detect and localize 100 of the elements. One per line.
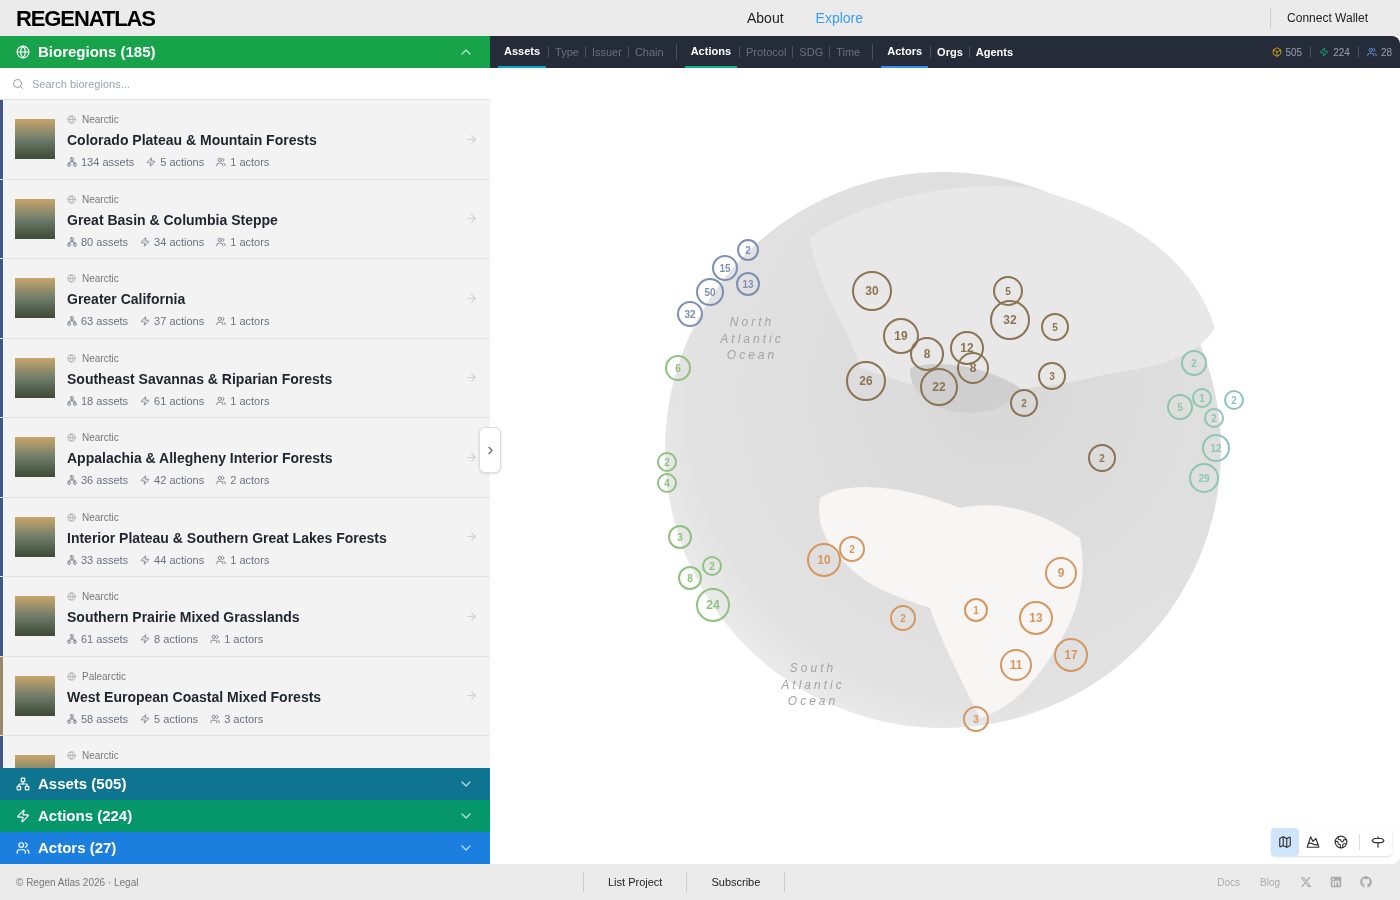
collapse-handle[interactable]	[479, 427, 501, 473]
filter-tab[interactable]: Protocol	[742, 43, 791, 61]
assets-count-icon	[1271, 47, 1282, 57]
bioregion-card[interactable]: Nearctic Interior Plateau & Southern Great Lakes Forests 33 assets 44 actions 1 actors	[0, 497, 490, 577]
globe-drawing[interactable]	[665, 172, 1221, 728]
nav-link[interactable]: About	[747, 7, 784, 29]
cluster-marker[interactable]: 5	[1041, 313, 1069, 341]
layer-tab[interactable]: Assets	[498, 36, 547, 68]
filter-tab[interactable]: Orgs	[933, 43, 967, 61]
filter-tab[interactable]: Agents	[971, 43, 1018, 61]
layer-tab[interactable]: Actors	[881, 36, 929, 68]
cluster-marker[interactable]: 13	[1019, 601, 1053, 635]
cluster-marker[interactable]: 22	[920, 368, 958, 406]
network-icon	[67, 713, 77, 724]
cluster-marker[interactable]: 5	[993, 276, 1023, 306]
cluster-marker[interactable]: 8	[910, 337, 944, 371]
arrow-icon[interactable]	[465, 212, 478, 226]
asset-count: 63 assets	[81, 314, 129, 329]
cluster-marker[interactable]: 2	[657, 452, 677, 472]
cluster-marker[interactable]: 3	[668, 525, 692, 549]
map-view-button[interactable]	[1271, 828, 1299, 856]
bioregion-card[interactable]: Nearctic Appalachia & Allegheny Interior Forests 36 assets 42 actions 2 actors	[0, 418, 490, 498]
arrow-icon[interactable]	[465, 609, 478, 623]
bioregion-card[interactable]: Nearctic Southern Prairie Mixed Grasslands 61 assets 8 actions 1 actors	[0, 577, 490, 657]
section-icon	[16, 777, 30, 791]
section-icon	[16, 45, 30, 59]
bioregion-card[interactable]: Nearctic	[0, 736, 490, 768]
action-count: 34 actions	[154, 234, 205, 250]
cluster-marker[interactable]: 2	[839, 536, 865, 562]
cluster-marker[interactable]: 30	[852, 271, 892, 311]
cluster-marker[interactable]: 10	[807, 543, 841, 577]
footer-link[interactable]: Blog	[1260, 874, 1280, 890]
linkedin-icon[interactable]	[1330, 876, 1342, 888]
cluster-marker[interactable]: 2	[702, 556, 722, 576]
cluster-marker[interactable]: 2	[737, 239, 759, 261]
arrow-icon[interactable]	[465, 450, 478, 464]
globe-icon	[67, 592, 76, 601]
bioregion-name: Greater California	[67, 290, 187, 309]
cluster-marker[interactable]: 19	[883, 318, 919, 354]
github-icon[interactable]	[1360, 876, 1372, 888]
x-icon[interactable]	[1300, 876, 1312, 888]
footer-link[interactable]: Docs	[1217, 874, 1240, 890]
cluster-marker[interactable]: 3	[1038, 362, 1066, 390]
cluster-marker[interactable]: 50	[696, 278, 724, 306]
cluster-marker[interactable]: 4	[657, 473, 677, 493]
arrow-icon[interactable]	[465, 291, 478, 305]
bioregion-card[interactable]: Nearctic Greater California 63 assets 37 actions 1 actors	[0, 259, 490, 339]
cluster-marker[interactable]: 13	[736, 272, 760, 296]
action-count: 5 actions	[154, 711, 199, 727]
cluster-marker[interactable]: 26	[846, 361, 886, 401]
nav-link[interactable]: Explore	[815, 7, 864, 29]
asset-count: 61 assets	[81, 632, 129, 647]
cluster-marker[interactable]: 9	[1045, 557, 1077, 589]
arrow-icon[interactable]	[465, 689, 478, 703]
actor-count: 1 actors	[230, 234, 270, 250]
cluster-marker[interactable]: 1	[964, 598, 988, 622]
cluster-marker[interactable]: 2	[890, 605, 916, 631]
cluster-marker[interactable]: 2	[1010, 389, 1038, 417]
filter-tab[interactable]: Issuer	[587, 43, 626, 61]
actor-count: 1 actors	[230, 314, 270, 329]
section-header[interactable]: Actions (224)	[0, 800, 490, 832]
cluster-marker[interactable]: 11	[1000, 649, 1032, 681]
photo-placeholder	[15, 278, 55, 319]
cluster-marker[interactable]: 32	[677, 301, 703, 327]
globe-icon	[1334, 835, 1348, 849]
network-icon	[67, 475, 77, 486]
action-count: 61 actions	[154, 393, 205, 409]
cluster-marker[interactable]: 3	[963, 706, 989, 732]
section-header[interactable]: Actors (27)	[0, 832, 490, 864]
cluster-marker[interactable]: 6	[665, 355, 691, 381]
filter-tab[interactable]: SDG	[795, 43, 828, 61]
action-count: 44 actions	[154, 552, 205, 568]
filter-tab[interactable]: Chain	[630, 43, 668, 61]
arrow-icon[interactable]	[465, 371, 478, 385]
cluster-marker[interactable]: 15	[712, 255, 738, 281]
cluster-marker[interactable]: 24	[696, 588, 730, 622]
globe-icon	[67, 115, 76, 124]
footer-link[interactable]: List Project	[584, 873, 687, 891]
layer-tab[interactable]: Actions	[684, 36, 737, 68]
arrow-icon[interactable]	[465, 132, 478, 146]
bioregion-card[interactable]: Nearctic Southeast Savannas & Riparian Forests 18 assets 61 actions 1 actors	[0, 338, 490, 418]
bioregion-card[interactable]: Nearctic Great Basin & Columbia Steppe 80 assets 34 actions 1 actors	[0, 179, 490, 259]
arrow-icon[interactable]	[465, 530, 478, 544]
filter-tab[interactable]: Time	[832, 43, 865, 61]
bolt-icon	[146, 157, 157, 168]
footer-link[interactable]: Subscribe	[687, 873, 785, 891]
section-header[interactable]: Assets (505)	[0, 768, 490, 800]
photo-placeholder	[15, 119, 55, 160]
cluster-marker[interactable]: 8	[678, 566, 702, 590]
connect-wallet-button[interactable]: Connect Wallet	[1287, 9, 1384, 27]
filter-tab[interactable]: Type	[551, 43, 583, 61]
cluster-marker[interactable]: 32	[990, 300, 1030, 340]
section-header[interactable]: Bioregions (185)	[0, 36, 490, 68]
bioregion-card[interactable]: Nearctic Colorado Plateau & Mountain Forests 134 assets 5 actions 1 actors	[0, 100, 490, 180]
cluster-marker[interactable]: 17	[1054, 638, 1088, 672]
bolt-icon	[140, 395, 151, 406]
bioregion-card[interactable]: Palearctic West European Coastal Mixed Forests 58 assets 5 actions 3 actors	[0, 656, 490, 736]
logo[interactable]: REGENATLAS	[16, 1, 490, 35]
cluster-marker[interactable]: 2	[1088, 444, 1116, 472]
cluster-marker[interactable]: 2	[1224, 390, 1244, 410]
